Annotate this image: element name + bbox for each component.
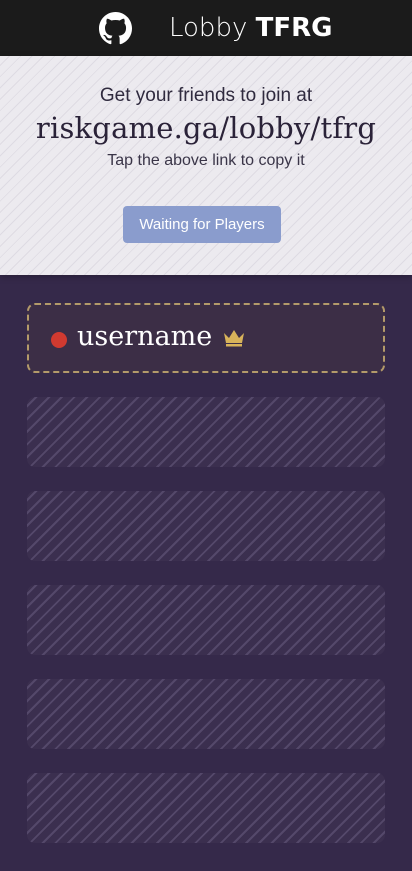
lobby-link[interactable]: riskgame.ga/lobby/tfrg [0, 111, 412, 145]
player-color-dot [51, 332, 67, 348]
top-bar: Lobby TFRG [0, 0, 412, 56]
invite-prompt: Get your friends to join at [99, 85, 313, 106]
page-title: Lobby TFRG [169, 12, 332, 45]
empty-player-slot [27, 491, 385, 561]
lobby-code: TFRG [255, 13, 333, 43]
github-icon[interactable] [99, 12, 132, 45]
player-name: username [77, 321, 213, 352]
crown-icon [224, 330, 244, 347]
empty-player-slot [27, 585, 385, 655]
waiting-status-button[interactable]: Waiting for Players [123, 206, 281, 243]
title-prefix: Lobby [169, 13, 248, 43]
empty-player-slot [27, 773, 385, 843]
empty-player-slot [27, 679, 385, 749]
copy-hint: Tap the above link to copy it [107, 152, 305, 169]
empty-player-slot [27, 397, 385, 467]
player-card[interactable]: username [27, 303, 385, 373]
invite-panel: Get your friends to join at riskgame.ga/… [0, 56, 412, 275]
